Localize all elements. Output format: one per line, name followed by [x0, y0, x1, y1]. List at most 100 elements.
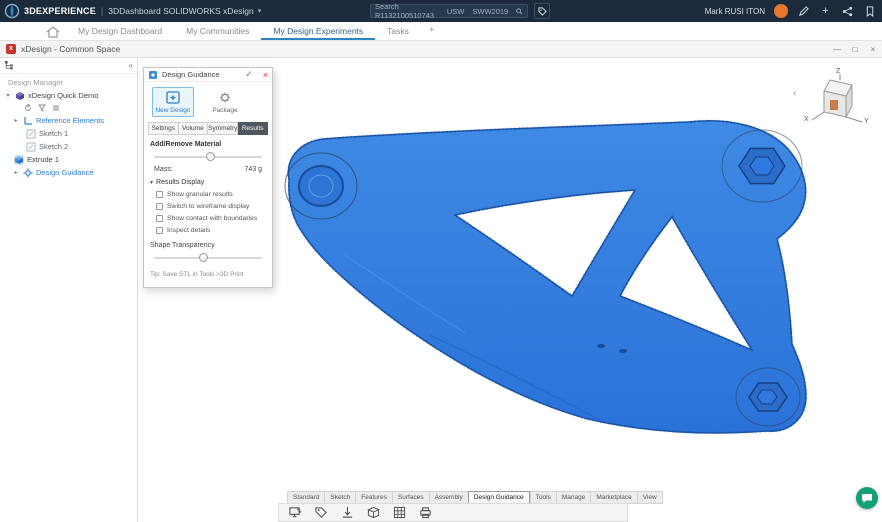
mass-row: Mass: 743 g: [144, 164, 272, 175]
collapsed-arrow-icon[interactable]: ▸: [12, 169, 20, 176]
window-controls: — □ ×: [828, 45, 882, 54]
tree-quick-actions: [0, 102, 137, 114]
tag-search-button[interactable]: [534, 3, 550, 19]
design-guidance-icon: [23, 168, 33, 178]
dialog-title: Design Guidance: [162, 70, 220, 79]
rotate-left-arrow[interactable]: ‹: [793, 88, 796, 99]
annotation-display-icon[interactable]: [289, 506, 302, 519]
slider-thumb[interactable]: [199, 253, 208, 262]
tree-item-sketch2[interactable]: Sketch 2: [0, 140, 137, 153]
checkbox-contact-boundaries[interactable]: Show contact with boundaries: [144, 212, 272, 224]
dashboard-tab-bar: My Design Dashboard My Communities My De…: [0, 22, 882, 41]
cancel-button[interactable]: ×: [263, 70, 268, 80]
3ds-compass-icon[interactable]: [4, 3, 20, 19]
mode-label: Package: [212, 107, 237, 114]
add-tab-button[interactable]: +: [421, 22, 443, 40]
mode-new-design[interactable]: New Design: [152, 87, 194, 117]
tree-view-icon[interactable]: [4, 60, 15, 71]
tree-item-label: Sketch 1: [39, 129, 68, 138]
share-icon[interactable]: [841, 5, 854, 18]
tab-tasks[interactable]: Tasks: [375, 22, 421, 40]
mass-label: Mass:: [154, 166, 173, 173]
checkbox-wireframe-display[interactable]: Switch to wireframe display: [144, 200, 272, 212]
checkbox-icon[interactable]: [156, 191, 163, 198]
avatar[interactable]: [774, 4, 788, 18]
collapsed-arrow-icon[interactable]: ▸: [12, 117, 20, 124]
tree-item-sketch1[interactable]: Sketch 1: [0, 127, 137, 140]
axes-icon: [23, 116, 33, 126]
checkbox-icon[interactable]: [156, 227, 163, 234]
print-3d-icon[interactable]: [419, 506, 432, 519]
package-icon: [217, 90, 233, 105]
results-display-section[interactable]: ▾ Results Display: [144, 175, 272, 188]
ok-button[interactable]: ✓: [245, 69, 253, 80]
tab-symmetry[interactable]: Symmetry: [208, 122, 238, 135]
add-icon[interactable]: +: [819, 5, 832, 18]
section-arrow-icon[interactable]: ▾: [150, 179, 153, 186]
close-button[interactable]: ×: [864, 45, 882, 54]
tree-toolbar: «: [0, 58, 137, 74]
evaluate-grid-icon[interactable]: [393, 506, 406, 519]
transparency-slider[interactable]: [154, 253, 262, 263]
design-manager-panel: « Design Manager ▾ xDesign Quick Demo ▸ …: [0, 58, 138, 522]
search-input[interactable]: Search R1132100510743 USW SWW2019: [370, 4, 528, 18]
section-box-icon[interactable]: [367, 506, 380, 519]
top-bar: 3DEXPERIENCE | 3DDashboard SOLIDWORKS xD…: [0, 0, 882, 22]
minimize-button[interactable]: —: [828, 45, 846, 54]
cube-model-glyph: [830, 100, 838, 110]
ribbon-tab-view[interactable]: View: [637, 491, 663, 504]
tree-item-extrude1[interactable]: Extrude 1: [0, 153, 137, 166]
measure-datum-icon[interactable]: [341, 506, 354, 519]
mode-selector: New Design Package: [144, 82, 272, 120]
chevron-down-icon[interactable]: ▾: [258, 7, 262, 15]
tab-volume[interactable]: Volume: [179, 122, 209, 135]
tab-results[interactable]: Results: [238, 122, 268, 135]
checkbox-label: Switch to wireframe display: [167, 203, 249, 210]
tab-my-design-dashboard[interactable]: My Design Dashboard: [66, 22, 174, 40]
tree-item-root[interactable]: ▾ xDesign Quick Demo: [0, 89, 137, 102]
new-design-icon: [165, 90, 181, 105]
checkbox-inspect-details[interactable]: Inspect details: [144, 224, 272, 236]
checkbox-icon[interactable]: [156, 203, 163, 210]
view-cube[interactable]: Z X Y: [806, 70, 874, 128]
material-slider[interactable]: [154, 152, 262, 162]
app-window-bar: x xDesign - Common Space — □ ×: [0, 41, 882, 58]
tree-item-label: Extrude 1: [27, 155, 59, 164]
tab-settings[interactable]: Settings: [148, 122, 179, 135]
collapse-panel-icon[interactable]: «: [129, 61, 133, 70]
tab-my-communities[interactable]: My Communities: [174, 22, 261, 40]
sketch-icon: [26, 129, 36, 139]
maximize-button[interactable]: □: [846, 45, 864, 54]
dialog-icon: [148, 70, 158, 80]
search-icon[interactable]: [516, 7, 523, 16]
search-text: Search R1132100510743: [375, 2, 439, 20]
tree-item-design-guidance[interactable]: ▸ Design Guidance: [0, 166, 137, 179]
chat-bubble-icon: [861, 493, 873, 504]
user-name[interactable]: Mark RUSI ITON: [705, 7, 765, 16]
chat-button[interactable]: [856, 487, 878, 509]
filter-icon[interactable]: [38, 104, 46, 112]
checkbox-label: Show granular results: [167, 191, 233, 198]
checkbox-icon[interactable]: [156, 215, 163, 222]
mass-value: 743 g: [244, 166, 262, 173]
expand-arrow-icon[interactable]: ▾: [4, 92, 12, 99]
optimized-part-model[interactable]: [285, 121, 806, 433]
checkbox-label: Show contact with boundaries: [167, 215, 257, 222]
tab-my-design-experiments[interactable]: My Design Experiments: [261, 22, 375, 40]
tree-header: Design Manager: [0, 74, 137, 89]
app-switcher[interactable]: 3DDashboard SOLIDWORKS xDesign: [108, 6, 254, 16]
brand-logo-text: 3DEXPERIENCE: [24, 6, 96, 16]
refresh-icon[interactable]: [24, 104, 32, 112]
slider-thumb[interactable]: [206, 152, 215, 161]
home-icon[interactable]: [46, 26, 60, 38]
transparency-slider-label: Shape Transparency: [144, 236, 272, 251]
list-icon[interactable]: [52, 104, 60, 112]
checkbox-granular-results[interactable]: Show granular results: [144, 188, 272, 200]
bookmark-icon[interactable]: [863, 5, 876, 18]
pen-icon[interactable]: [797, 5, 810, 18]
tree-item-reference-elements[interactable]: ▸ Reference Elements: [0, 114, 137, 127]
tag-edit-icon[interactable]: [315, 506, 328, 519]
dialog-header[interactable]: Design Guidance ✓ ×: [144, 68, 272, 82]
mode-package[interactable]: Package: [204, 87, 246, 117]
axis-y-label: Y: [864, 118, 869, 125]
